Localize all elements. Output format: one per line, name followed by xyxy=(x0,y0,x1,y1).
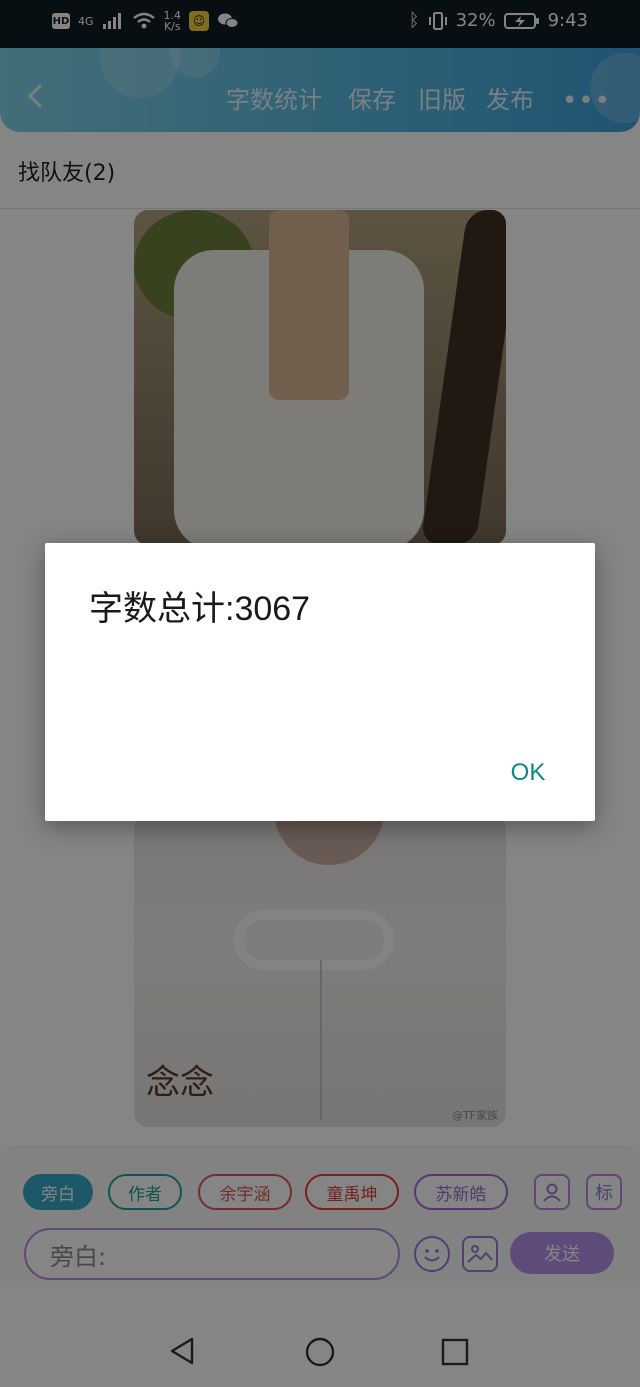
dialog-message: 字数总计:3067 xyxy=(89,590,311,628)
word-count-dialog: 字数总计:3067 OK xyxy=(45,543,595,821)
ok-button[interactable]: OK xyxy=(493,753,563,793)
